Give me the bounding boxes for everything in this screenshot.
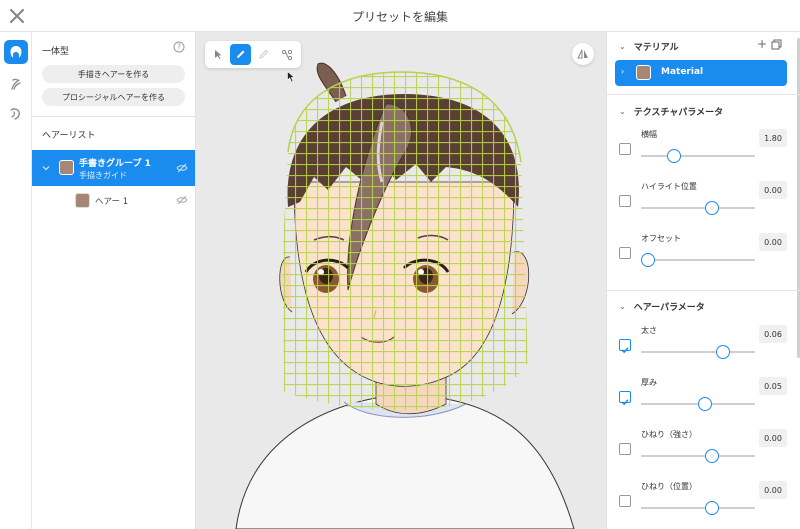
param-label: 厚み <box>641 378 657 387</box>
param-slider-thumb[interactable] <box>667 149 682 163</box>
param-label: 横幅 <box>641 130 657 139</box>
group-subtitle: 手描きガイド <box>79 171 127 180</box>
svg-text:?: ? <box>177 43 181 52</box>
param-keyframe-checkbox[interactable] <box>619 339 631 354</box>
mirror-toggle-button[interactable] <box>572 43 594 65</box>
head-icon <box>10 46 22 58</box>
texture-section-header[interactable]: ⌄ テクスチャパラメータ <box>619 105 723 118</box>
param-value[interactable]: 0.00 <box>759 181 787 199</box>
title-bar: プリセットを編集 <box>0 0 800 32</box>
hair-name: ヘアー 1 <box>95 197 129 207</box>
create-handdrawn-hair-button[interactable]: 手描きヘアーを作る <box>42 65 185 83</box>
hair-list-label: ヘアーリスト <box>42 131 96 141</box>
param-value[interactable]: 0.00 <box>759 429 787 447</box>
viewport-toolbar <box>205 41 301 68</box>
group-name: 手書きグループ 1 <box>79 159 151 169</box>
param-slider-track[interactable] <box>640 253 755 267</box>
hair-brush-icon <box>11 78 21 90</box>
visibility-off-icon[interactable] <box>176 162 188 174</box>
param-slider-track[interactable] <box>641 449 755 463</box>
param-slider-thumb[interactable] <box>704 501 719 515</box>
add-material-icon[interactable]: + <box>757 37 767 51</box>
param-value[interactable]: 0.05 <box>759 377 787 395</box>
param-keyframe-checkbox[interactable] <box>619 247 631 259</box>
material-item-row[interactable]: › Material <box>615 60 787 86</box>
param-keyframe-checkbox[interactable] <box>619 443 631 455</box>
hair-mode-button[interactable] <box>4 40 28 64</box>
material-section-header[interactable]: ⌄ マテリアル <box>619 40 679 53</box>
texture-section-title: テクスチャパラメータ <box>633 108 724 118</box>
chevron-down-icon: ⌄ <box>619 42 626 51</box>
pencil-icon <box>237 50 245 58</box>
param-keyframe-checkbox[interactable] <box>619 495 631 507</box>
param-value[interactable]: 0.00 <box>759 481 787 499</box>
chevron-right-icon: › <box>621 67 625 76</box>
param-slider-thumb[interactable] <box>640 253 655 267</box>
mouse-cursor-icon <box>287 71 295 83</box>
cursor-arrow-icon <box>215 50 222 59</box>
help-icon[interactable]: ? <box>173 41 185 53</box>
hair-strand-icon <box>10 108 20 120</box>
hair-param-section-title: ヘアーパラメータ <box>633 303 705 313</box>
hair-color-swatch <box>75 193 90 208</box>
param-slider-track[interactable] <box>641 149 755 163</box>
param-keyframe-checkbox[interactable] <box>619 195 631 207</box>
chevron-down-icon: ⌄ <box>619 302 626 311</box>
param-slider-track[interactable] <box>641 397 755 411</box>
param-slider-track[interactable] <box>641 501 755 515</box>
divider <box>607 290 800 291</box>
param-slider-track[interactable] <box>641 345 755 359</box>
3d-viewport[interactable] <box>196 32 606 529</box>
checkmark-icon <box>621 399 629 406</box>
divider <box>607 94 800 95</box>
material-name: Material <box>661 67 704 77</box>
divider <box>32 116 195 117</box>
mode-iconbar <box>0 32 32 529</box>
param-slider-thumb[interactable] <box>704 449 719 463</box>
param-label: 太さ <box>641 326 657 335</box>
pen-tool[interactable] <box>230 44 251 65</box>
mirror-icon <box>577 49 588 59</box>
create-procedural-hair-button[interactable]: プロシージャルヘアーを作る <box>42 88 185 106</box>
brush-mode-button[interactable] <box>4 72 28 96</box>
param-slider-track[interactable] <box>641 201 755 215</box>
param-keyframe-checkbox[interactable] <box>619 143 631 155</box>
param-label: ひねり（強さ） <box>641 430 697 439</box>
strand-mode-button[interactable] <box>4 102 28 126</box>
hair-item-row[interactable]: ヘアー 1 <box>32 186 195 214</box>
param-label: オフセット <box>641 234 681 243</box>
checkmark-icon <box>621 347 629 354</box>
character-render <box>235 62 575 529</box>
param-value[interactable]: 0.00 <box>759 233 787 251</box>
param-label: ひねり（位置） <box>641 482 697 491</box>
visibility-off-icon[interactable] <box>176 194 188 206</box>
param-value[interactable]: 0.06 <box>759 325 787 343</box>
hair-group-row[interactable]: 手書きグループ 1 手描きガイド <box>32 150 195 186</box>
group-color-swatch <box>59 160 74 175</box>
node-edit-tool[interactable] <box>276 44 297 65</box>
duplicate-icon[interactable] <box>771 39 782 50</box>
left-panel: 一体型 ? 手描きヘアーを作る プロシージャルヘアーを作る ヘアーリスト 手書き… <box>32 32 196 529</box>
hair-param-section-header[interactable]: ⌄ ヘアーパラメータ <box>619 300 705 313</box>
eraser-tool[interactable] <box>253 44 274 65</box>
chevron-down-icon[interactable] <box>42 164 50 172</box>
right-panel: ⌄ マテリアル + › Material ⌄ テクスチャパラメータ 横幅 1.8… <box>606 32 800 529</box>
eraser-icon <box>259 49 269 59</box>
window-title: プリセットを編集 <box>351 10 448 24</box>
material-color-swatch <box>636 65 651 80</box>
material-section-title: マテリアル <box>633 43 679 53</box>
param-slider-thumb[interactable] <box>697 397 712 411</box>
param-slider-thumb[interactable] <box>716 345 731 359</box>
chevron-down-icon: ⌄ <box>619 107 626 116</box>
app-window: プリセットを編集 一体型 ? 手描きヘアーを作る プロシージャルヘアーを作る ヘ… <box>0 0 800 529</box>
param-slider-thumb[interactable] <box>704 201 719 215</box>
select-tool[interactable] <box>208 44 229 65</box>
param-value[interactable]: 1.80 <box>759 129 787 147</box>
path-nodes-icon <box>281 49 292 60</box>
param-label: ハイライト位置 <box>641 182 697 191</box>
hair-type-label: 一体型 <box>42 47 70 57</box>
param-keyframe-checkbox[interactable] <box>619 391 631 406</box>
